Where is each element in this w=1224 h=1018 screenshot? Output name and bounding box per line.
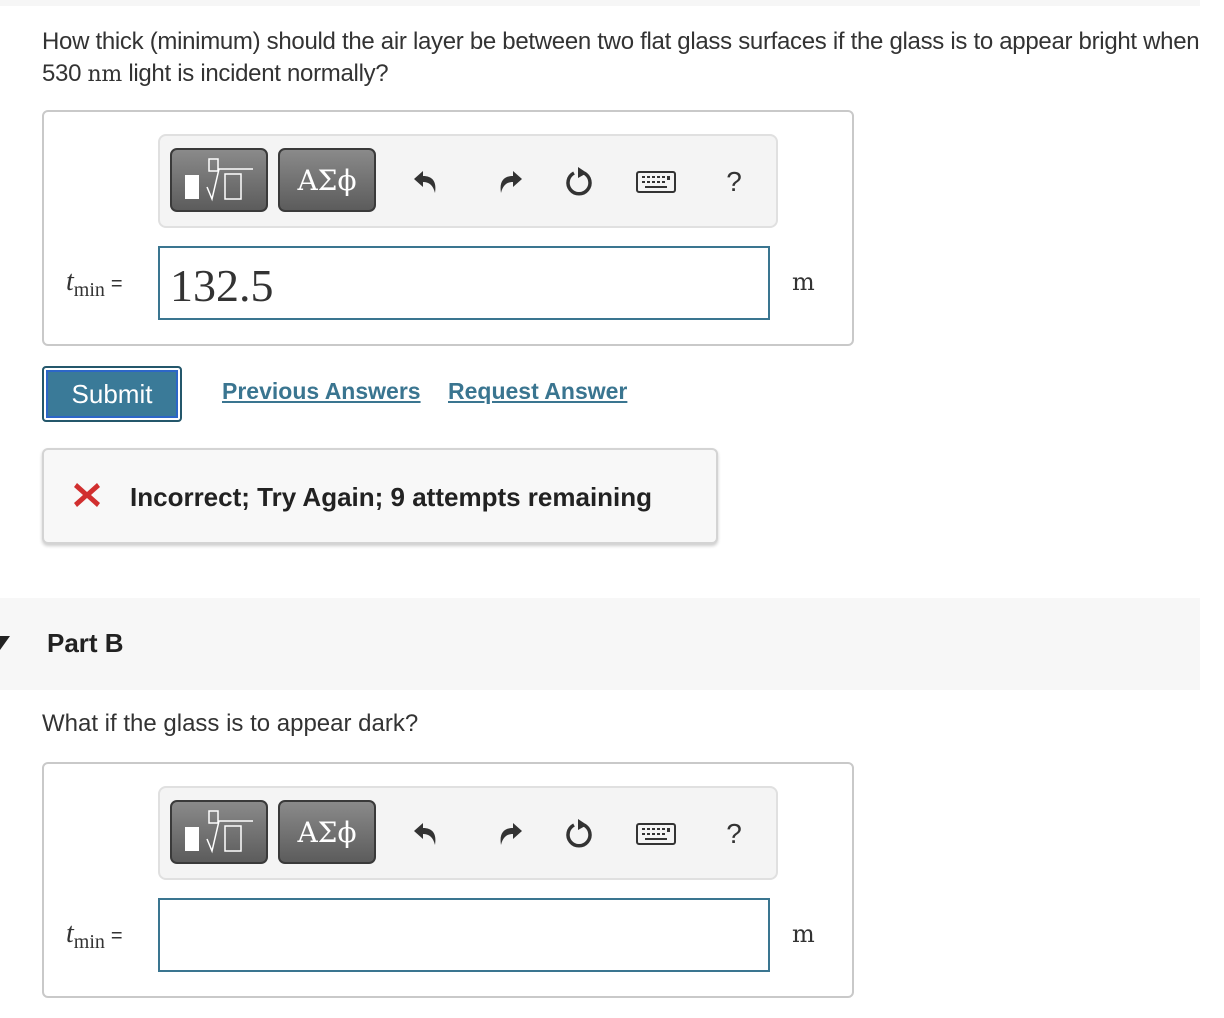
redo-icon <box>500 823 522 845</box>
top-divider <box>0 0 1200 6</box>
redo-icon <box>500 171 522 193</box>
part-b-question: What if the glass is to appear dark? <box>42 710 419 737</box>
feedback-message: Incorrect; Try Again; 9 attempts remaini… <box>130 482 653 512</box>
part-b-answer-box: ΑΣϕ ? tmin = m <box>42 762 854 998</box>
templates-button[interactable] <box>170 800 268 864</box>
greek-symbols-button[interactable]: ΑΣϕ <box>278 800 376 864</box>
collapse-caret-icon[interactable] <box>0 636 10 650</box>
keyboard-icon <box>636 171 676 193</box>
part-a-question: How thick (minimum) should the air layer… <box>42 26 1212 91</box>
reset-icon <box>566 167 592 196</box>
reset-button[interactable] <box>560 162 600 202</box>
equals-sign: = <box>110 273 123 295</box>
templates-icon <box>185 158 253 202</box>
answer-input[interactable] <box>158 246 770 320</box>
previous-answers-link[interactable]: Previous Answers <box>222 378 421 405</box>
undo-icon <box>414 171 436 193</box>
greek-symbols-button[interactable]: ΑΣϕ <box>278 148 376 212</box>
variable-subscript: min <box>73 279 105 301</box>
undo-icon <box>414 823 436 845</box>
unit-label: m <box>792 268 815 296</box>
incorrect-x-icon <box>74 483 100 507</box>
part-a-answer-box: ΑΣϕ ? tmin= m <box>42 110 854 346</box>
templates-button[interactable] <box>170 148 268 212</box>
question-unit: nm <box>87 62 123 87</box>
redo-button[interactable] <box>490 162 530 202</box>
unit-label: m <box>792 920 815 948</box>
feedback-panel: Incorrect; Try Again; 9 attempts remaini… <box>42 448 718 544</box>
variable-label: tmin = <box>66 266 123 302</box>
templates-icon <box>185 810 253 854</box>
variable-label: tmin = <box>66 918 123 954</box>
equation-row: tmin= m <box>44 898 852 974</box>
request-answer-link[interactable]: Request Answer <box>448 378 627 405</box>
answer-input[interactable] <box>158 898 770 972</box>
redo-button[interactable] <box>490 814 530 854</box>
reset-icon <box>566 819 592 848</box>
math-toolbar: ΑΣϕ ? <box>158 134 778 228</box>
keyboard-icon <box>636 823 676 845</box>
equals-sign: = <box>110 925 123 947</box>
undo-button[interactable] <box>406 162 446 202</box>
reset-button[interactable] <box>560 814 600 854</box>
undo-button[interactable] <box>406 814 446 854</box>
part-b-title: Part B <box>47 628 124 658</box>
equation-row: tmin= m <box>44 246 852 322</box>
submit-button[interactable]: Submit <box>42 366 182 422</box>
keyboard-button[interactable] <box>636 814 676 854</box>
variable-symbol: t <box>66 918 74 949</box>
variable-subscript: min <box>73 931 105 953</box>
keyboard-button[interactable] <box>636 162 676 202</box>
help-button[interactable]: ? <box>714 814 754 854</box>
variable-symbol: t <box>66 266 74 297</box>
question-text-end: light is incident normally? <box>121 60 389 87</box>
part-b-header[interactable]: Part B <box>0 598 1200 690</box>
help-button[interactable]: ? <box>714 162 754 202</box>
math-toolbar: ΑΣϕ ? <box>158 786 778 880</box>
